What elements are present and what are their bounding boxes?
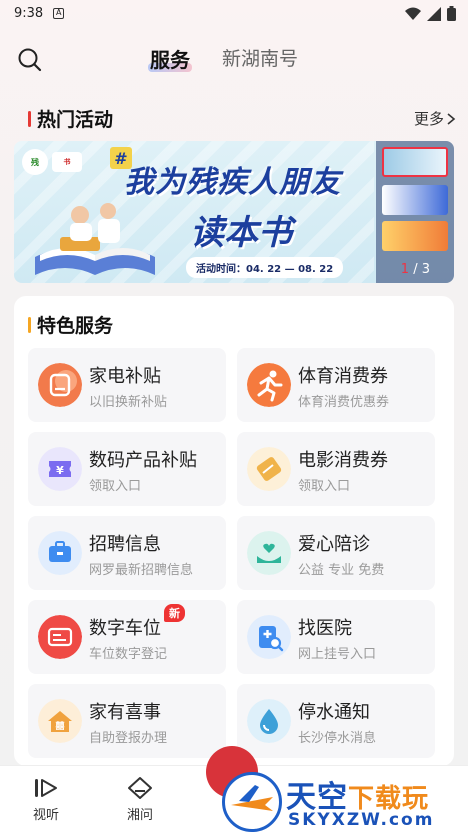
service-digital-parking[interactable]: 数字车位 车位数字登记 新: [28, 600, 226, 674]
banner-thumb-1[interactable]: [382, 147, 448, 177]
counter-current: 1: [400, 262, 410, 277]
service-title: 停水通知: [298, 702, 370, 723]
status-bar: 9:38 A: [0, 0, 468, 26]
banner-thumb-2[interactable]: [382, 185, 448, 215]
service-subtitle: 公益 专业 免费: [298, 563, 385, 578]
service-find-hospital[interactable]: 找医院 网上挂号入口: [237, 600, 435, 674]
service-title: 家电补贴: [89, 366, 161, 387]
service-subtitle: 长沙停水消息: [298, 731, 377, 746]
banner-date: 活动时间：04. 22 — 08. 22: [186, 257, 344, 278]
top-header: 服务 新湖南号: [0, 40, 468, 80]
svg-text:囍: 囍: [55, 720, 64, 732]
tab-service-label: 服务: [150, 48, 190, 72]
chevron-right-icon: [447, 112, 456, 125]
notification-icon: A: [53, 7, 65, 19]
nav-item-video[interactable]: 视听: [16, 776, 76, 823]
banner-logos: 残 书: [22, 149, 82, 175]
tab-service[interactable]: 服务: [148, 44, 192, 73]
watermark-url: SKYXZW.com: [288, 810, 435, 830]
plane-icon: [231, 785, 273, 811]
new-badge: 新: [164, 604, 185, 622]
nav-label: 视听: [32, 808, 59, 823]
service-title: 数字车位: [89, 618, 161, 639]
title-accent-bar: [28, 316, 31, 333]
service-title: 家有喜事: [89, 702, 161, 723]
activity-banner[interactable]: 残 书 # 我为残疾人朋友 读本书 活动时间：04. 22 — 08. 22 1…: [14, 141, 454, 283]
yen-ticket-icon: ¥: [38, 447, 82, 491]
service-appliance-subsidy[interactable]: 家电补贴 以旧换新补贴: [28, 348, 226, 422]
service-digital-subsidy[interactable]: ¥ 数码产品补贴 领取入口: [28, 432, 226, 506]
service-subtitle: 体育消费优惠券: [298, 395, 390, 410]
bookstore-logo: 书: [52, 152, 82, 172]
reading-illustration: [35, 203, 155, 275]
service-happy-event[interactable]: 囍 家有喜事 自助登报办理: [28, 684, 226, 758]
special-title-text: 特色服务: [37, 315, 114, 337]
parking-card-icon: [38, 615, 82, 659]
service-subtitle: 网上挂号入口: [298, 647, 377, 662]
counter-total: / 3: [413, 262, 430, 277]
watermark-plane-logo: [222, 772, 282, 832]
hot-title-text: 热门活动: [37, 109, 114, 131]
caring-hands-icon: [247, 531, 291, 575]
title-accent-bar: [28, 110, 31, 127]
banner-headline-1: 我为残疾人朋友: [124, 165, 341, 200]
more-label: 更多: [413, 110, 444, 128]
briefcase-icon: [38, 531, 82, 575]
wifi-icon: [405, 7, 421, 20]
more-link[interactable]: 更多: [414, 108, 456, 129]
svg-text:¥: ¥: [56, 464, 64, 477]
happy-home-icon: 囍: [38, 699, 82, 743]
service-subtitle: 网罗最新招聘信息: [89, 563, 194, 578]
service-title: 体育消费券: [298, 366, 388, 387]
banner-thumb-3[interactable]: [382, 221, 448, 251]
hot-section-title: 热门活动: [28, 105, 113, 132]
chat-ask-icon: [128, 777, 152, 799]
signal-icon: [427, 6, 441, 21]
service-sports-voucher[interactable]: 体育消费券 体育消费优惠券: [237, 348, 435, 422]
service-subtitle: 领取入口: [298, 479, 351, 494]
hospital-search-icon: [247, 615, 291, 659]
service-medical-escort[interactable]: 爱心陪诊 公益 专业 免费: [237, 516, 435, 590]
water-drop-icon: [247, 699, 291, 743]
service-water-outage[interactable]: 停水通知 长沙停水消息: [237, 684, 435, 758]
nav-item-ask[interactable]: 湘问: [110, 776, 170, 823]
service-title: 数码产品补贴: [89, 450, 197, 471]
banner-headline-2: 读本书: [190, 213, 292, 253]
status-time: 9:38: [14, 5, 44, 21]
special-section-title: 特色服务: [28, 311, 113, 338]
battery-icon: [447, 6, 456, 21]
search-icon[interactable]: [16, 46, 44, 74]
service-title: 爱心陪诊: [298, 534, 370, 555]
service-subtitle: 领取入口: [89, 479, 142, 494]
video-play-icon: [35, 779, 57, 797]
appliance-icon: [38, 363, 82, 407]
disabled-federation-logo: 残: [22, 149, 48, 175]
service-title: 电影消费券: [298, 450, 388, 471]
service-subtitle: 车位数字登记: [89, 647, 168, 662]
special-services-card: 特色服务 家电补贴 以旧换新补贴 体育消费券 体育消费优惠券 ¥ 数码产品补贴 …: [14, 296, 454, 766]
service-subtitle: 以旧换新补贴: [89, 395, 168, 410]
nav-label: 湘问: [126, 808, 153, 823]
runner-icon: [247, 363, 291, 407]
site-watermark: 天空下载玩 SKYXZW.com: [222, 770, 468, 833]
tab-xinhunan-label: 新湖南号: [222, 48, 299, 70]
service-title: 招聘信息: [89, 534, 161, 555]
tab-xinhunan[interactable]: 新湖南号: [222, 44, 298, 71]
movie-ticket-icon: [247, 447, 291, 491]
service-recruitment[interactable]: 招聘信息 网罗最新招聘信息: [28, 516, 226, 590]
banner-page-counter: 1 / 3: [401, 262, 430, 277]
service-movie-voucher[interactable]: 电影消费券 领取入口: [237, 432, 435, 506]
service-subtitle: 自助登报办理: [89, 731, 168, 746]
service-title: 找医院: [298, 618, 352, 639]
